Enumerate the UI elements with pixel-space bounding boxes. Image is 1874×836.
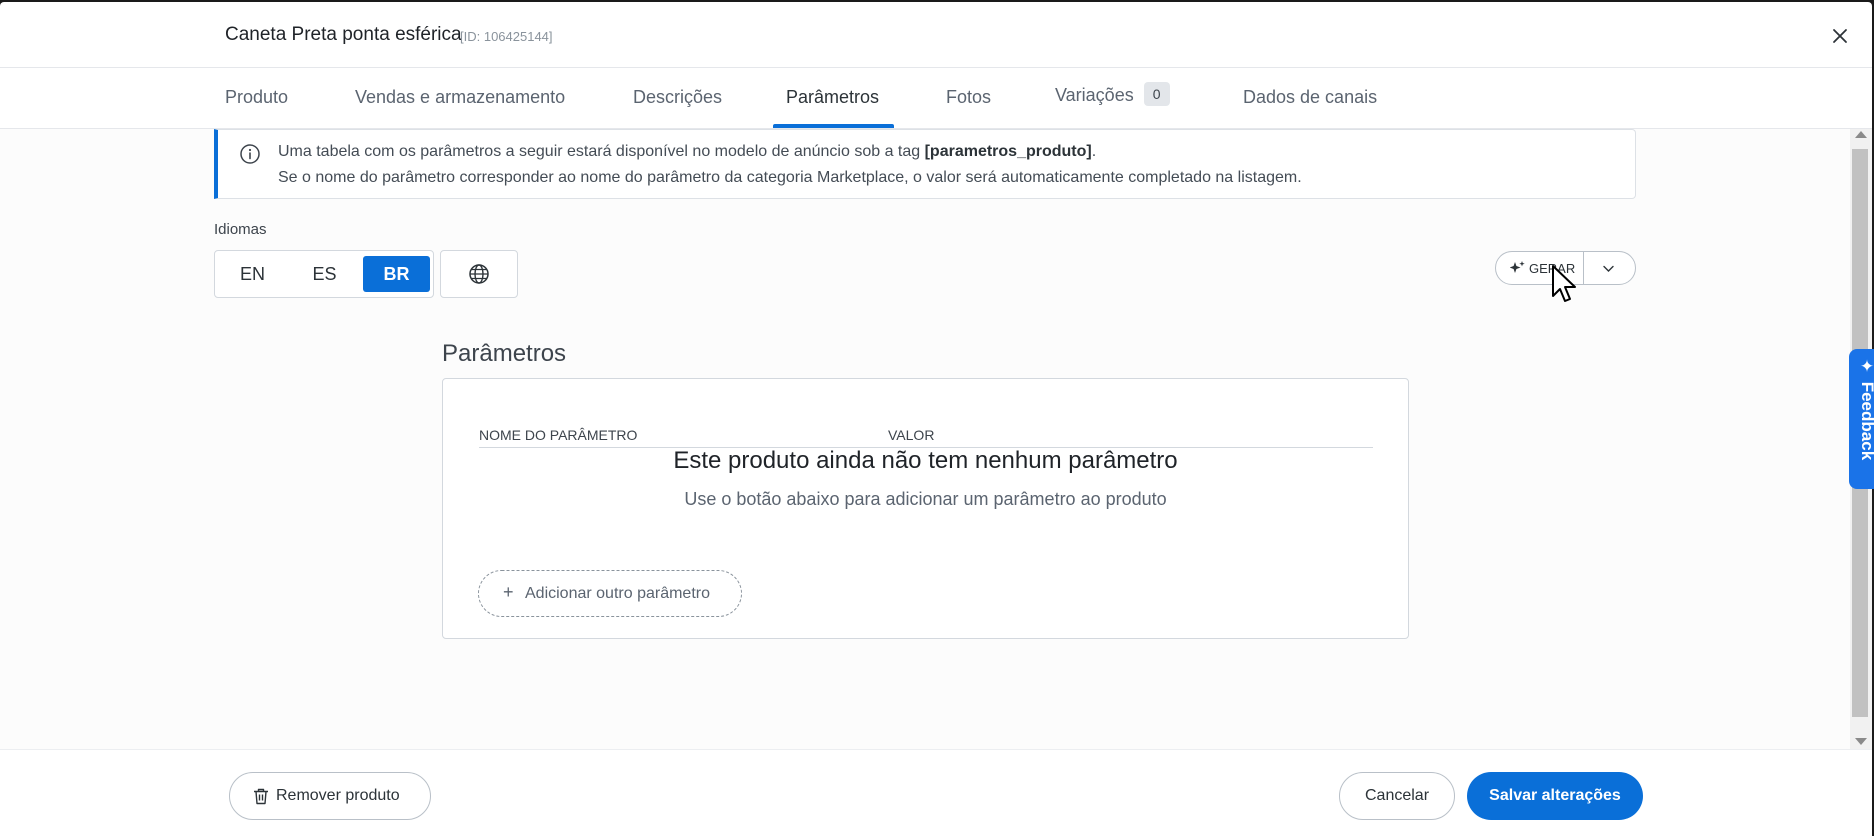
generate-label: GERAR (1529, 261, 1576, 276)
info-banner: Uma tabela com os parâmetros a seguir es… (214, 129, 1636, 199)
language-es-button[interactable]: ES (291, 256, 358, 292)
tab-dados-canais[interactable]: Dados de canais (1243, 87, 1377, 108)
remove-product-label: Remover produto (276, 787, 400, 804)
language-en-button[interactable]: EN (219, 256, 286, 292)
feedback-label: ✦ Feedback (1858, 357, 1874, 461)
tab-parametros[interactable]: Parâmetros (786, 87, 879, 108)
empty-state-title: Este produto ainda não tem nenhum parâme… (673, 447, 1178, 474)
remove-product-button[interactable]: Remover produto (229, 772, 431, 820)
feedback-tab[interactable]: ✦ Feedback (1849, 349, 1874, 489)
add-parameter-button[interactable]: + Adicionar outro parâmetro (478, 570, 742, 617)
close-button[interactable] (1828, 24, 1852, 48)
generate-button[interactable]: GERAR (1496, 252, 1584, 284)
info-line-1-suffix: . (1091, 143, 1097, 160)
tab-fotos[interactable]: Fotos (946, 87, 991, 108)
parameters-table-card: NOME DO PARÂMETRO VALOR Este produto ain… (442, 378, 1409, 639)
info-line-1-text: Uma tabela com os parâmetros a seguir es… (278, 143, 925, 160)
cancel-button[interactable]: Cancelar (1339, 772, 1455, 820)
tab-variacoes[interactable]: Variações 0 (1055, 82, 1170, 106)
tab-variacoes-label: Variações (1055, 85, 1134, 105)
product-title: Caneta Preta ponta esférica (225, 24, 462, 45)
close-icon (1833, 29, 1847, 43)
tab-descricoes[interactable]: Descrições (633, 87, 722, 108)
add-language-button[interactable] (440, 250, 518, 298)
sparkle-icon (1510, 261, 1525, 273)
column-header-value: VALOR (888, 427, 935, 443)
add-parameter-label: Adicionar outro parâmetro (525, 585, 710, 602)
save-changes-button[interactable]: Salvar alterações (1467, 772, 1643, 820)
product-edit-modal: Caneta Preta ponta esférica [ID: 1064251… (0, 2, 1872, 836)
scroll-down-arrow[interactable] (1855, 738, 1867, 745)
empty-state-subtitle: Use o botão abaixo para adicionar um par… (684, 489, 1167, 509)
tab-bar: Produto Vendas e armazenamento Descriçõe… (0, 68, 1872, 129)
modal-footer: Remover produto Cancelar Salvar alteraçõ… (0, 749, 1872, 836)
info-line-2: Se o nome do parâmetro corresponder ao n… (278, 169, 1302, 186)
column-header-name: NOME DO PARÂMETRO (479, 427, 638, 443)
globe-icon (469, 264, 489, 284)
parameters-section-title: Parâmetros (442, 340, 567, 367)
variations-count-badge: 0 (1143, 82, 1170, 106)
product-id: [ID: 106425144] (460, 29, 553, 44)
tab-produto[interactable]: Produto (225, 87, 288, 108)
modal-header: Caneta Preta ponta esférica [ID: 1064251… (0, 2, 1872, 68)
content-area: Uma tabela com os parâmetros a seguir es… (0, 129, 1850, 749)
scroll-up-arrow[interactable] (1855, 131, 1867, 138)
generate-split-button: GERAR (1495, 251, 1636, 285)
trash-icon (254, 788, 268, 805)
plus-icon: + (503, 582, 514, 602)
info-icon (240, 144, 260, 164)
chevron-down-icon (1603, 265, 1614, 272)
generate-options-toggle[interactable] (1584, 252, 1635, 284)
language-selector: EN ES BR (214, 250, 434, 298)
info-tag: [parametros_produto] (924, 143, 1092, 160)
language-br-button[interactable]: BR (363, 256, 430, 292)
info-line-1: Uma tabela com os parâmetros a seguir es… (278, 143, 1096, 161)
tab-vendas-armazenamento[interactable]: Vendas e armazenamento (355, 87, 565, 108)
active-tab-indicator (773, 124, 894, 128)
languages-label: Idiomas (214, 221, 267, 238)
